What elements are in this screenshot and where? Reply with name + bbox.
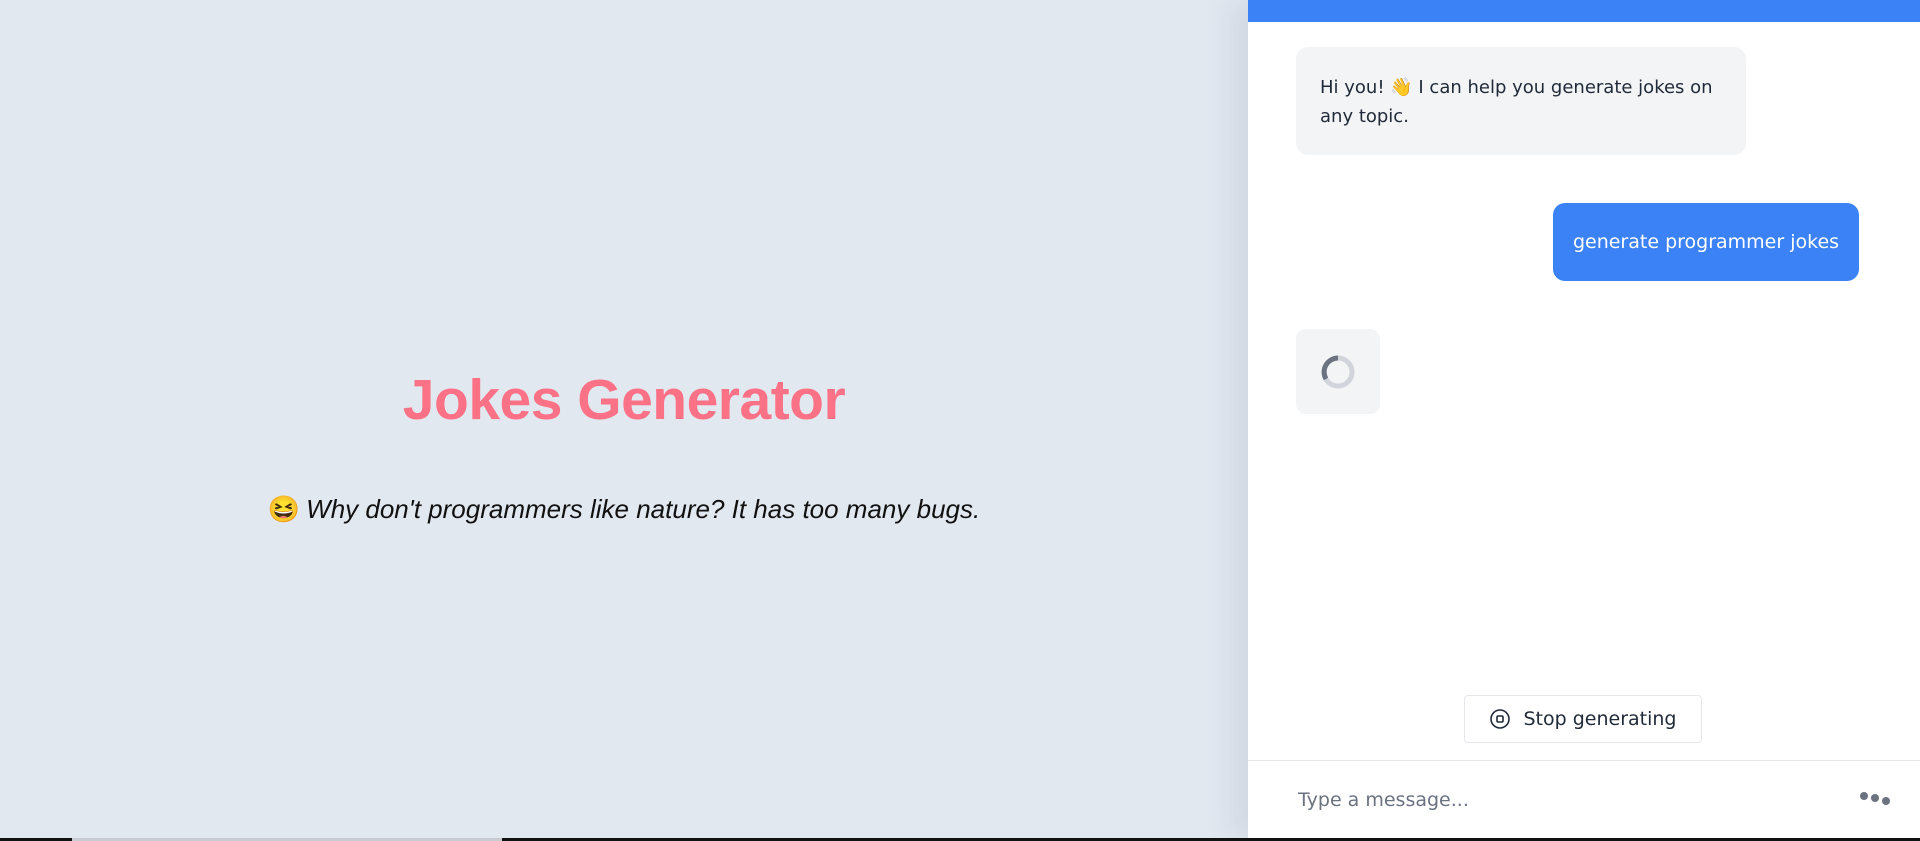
assistant-message: Hi you! 👋 I can help you generate jokes … [1296, 47, 1746, 155]
laughing-emoji-icon: 😆 [267, 494, 301, 524]
assistant-loading-message [1296, 329, 1380, 414]
message-input-bar [1248, 760, 1920, 838]
chat-sidebar: Hi you! 👋 I can help you generate jokes … [1248, 0, 1920, 838]
chat-header [1248, 0, 1920, 22]
message-input[interactable] [1296, 781, 1820, 819]
dots-icon[interactable] [1858, 788, 1892, 808]
joke-text-container: 😆 Why don't programmers like nature? It h… [0, 492, 1248, 526]
joke-text: Why don't programmers like nature? It ha… [306, 494, 981, 524]
user-message: generate programmer jokes [1553, 203, 1859, 281]
stop-generating-button[interactable]: Stop generating [1464, 695, 1702, 743]
stop-generating-label: Stop generating [1523, 708, 1677, 730]
stop-circle-icon [1490, 709, 1511, 729]
main-content: Jokes Generator 😆 Why don't programmers l… [0, 0, 1248, 838]
page: Jokes Generator 😆 Why don't programmers l… [0, 0, 1920, 841]
page-title: Jokes Generator [402, 368, 846, 432]
spinner-icon [1321, 355, 1355, 389]
